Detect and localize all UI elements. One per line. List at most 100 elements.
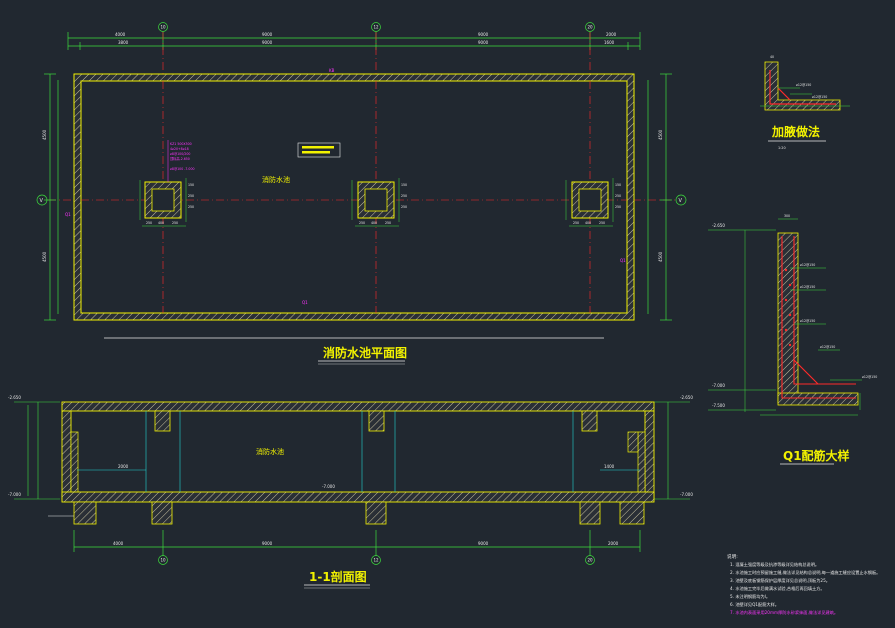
note-line-4: 4. 水池施工完毕后做满水试验,合格后再回填土方。 xyxy=(730,585,825,592)
axis-right: V xyxy=(679,198,683,204)
section-title: 1-1剖面图 xyxy=(309,569,367,584)
note-line-3: 3. 池壁及底板钢筋保护层厚度详见总说明,顶板为25。 xyxy=(730,577,830,584)
svg-text:4000: 4000 xyxy=(115,32,126,37)
section-right-level-text: -2.650 -7.000 xyxy=(680,395,693,497)
plan-pool-label: 消防水池 xyxy=(262,175,290,184)
haunch-detail: 40 ⌀12@150 ⌀12@150 加腋做法 1:20 xyxy=(760,55,850,150)
svg-text:Q1: Q1 xyxy=(302,300,308,305)
svg-text:4000: 4000 xyxy=(113,541,124,546)
svg-text:250: 250 xyxy=(385,221,391,225)
section-bottom-dimensions xyxy=(73,530,641,556)
plan-top-dimensions xyxy=(67,32,641,50)
svg-text:KB: KB xyxy=(329,68,335,73)
svg-text:9000: 9000 xyxy=(262,541,273,546)
note-line-1: 1. 混凝土强度等级及抗渗等级详见结构总说明。 xyxy=(730,561,819,568)
cad-drawing-canvas: 4000 9000 9000 2000 3800 9000 9000 1600 10 12 … xyxy=(8,22,880,616)
svg-text:1400: 1400 xyxy=(604,464,615,469)
svg-text:⌀12@150: ⌀12@150 xyxy=(820,345,835,349)
section-pool-label: 消防水池 xyxy=(256,447,284,456)
section-footings xyxy=(73,501,645,525)
section-title-block: 1-1剖面图 xyxy=(304,569,370,589)
plan-column-2 xyxy=(357,181,395,219)
elev-sec-bottom-left: -7.000 xyxy=(8,492,21,497)
elev-sec-bottom-right: -7.000 xyxy=(680,492,693,497)
section-wall-left xyxy=(61,410,72,500)
elev-sec-top-left: -2.650 xyxy=(8,395,21,400)
plan-view: 4000 9000 9000 2000 3800 9000 9000 1600 10 12 … xyxy=(36,22,687,365)
elev-sec-top-right: -2.650 xyxy=(680,395,693,400)
section-left-levels xyxy=(14,401,60,500)
svg-text:9000: 9000 xyxy=(262,40,273,45)
plan-top-dim-text: 4000 9000 9000 2000 3800 9000 9000 1600 xyxy=(115,32,617,45)
plan-column-1 xyxy=(144,181,182,219)
wall-detail: 300 ⌀12@150 ⌀12@150 ⌀12@150 ⌀12@150 ⌀12@… xyxy=(708,214,877,465)
svg-text:3800: 3800 xyxy=(118,40,129,45)
section-bottom-dim-text: 4000 9000 9000 2000 xyxy=(113,541,619,546)
note-line-6: 6. 池壁详见Q1配筋大样。 xyxy=(730,601,779,608)
svg-text:250: 250 xyxy=(615,205,621,209)
svg-text:9000: 9000 xyxy=(478,541,489,546)
svg-text:Q1: Q1 xyxy=(620,258,626,263)
section-internal-dims: 2000 1400 -7.000 xyxy=(118,464,615,489)
svg-text:9000: 9000 xyxy=(262,32,273,37)
wall-detail-title: Q1配筋大样 xyxy=(783,448,850,463)
svg-text:9000: 9000 xyxy=(478,40,489,45)
svg-text:⌀12@150: ⌀12@150 xyxy=(800,263,815,267)
section-right-levels xyxy=(650,401,690,500)
axis-top-1: 10 xyxy=(161,25,167,30)
svg-text:4500: 4500 xyxy=(42,129,47,140)
svg-text:150: 150 xyxy=(401,183,407,187)
svg-text:⌀8@100/200: ⌀8@100/200 xyxy=(170,152,190,156)
elev-detail-bottom1: -7.000 xyxy=(712,383,725,388)
plan-title: 消防水池平面图 xyxy=(323,345,407,360)
svg-text:250: 250 xyxy=(401,205,407,209)
svg-text:4500: 4500 xyxy=(658,129,663,140)
section-bottom-slab xyxy=(61,491,655,503)
svg-text:4500: 4500 xyxy=(658,251,663,262)
svg-text:250: 250 xyxy=(146,221,152,225)
svg-text:40: 40 xyxy=(770,55,774,59)
svg-text:1600: 1600 xyxy=(604,40,615,45)
svg-text:250: 250 xyxy=(401,194,407,198)
axis-left: V xyxy=(40,198,44,204)
svg-text:400: 400 xyxy=(585,221,591,225)
section-roof-slab xyxy=(61,401,655,412)
svg-text:150: 150 xyxy=(188,183,194,187)
section-left-level-text: -2.650 -7.000 xyxy=(8,395,21,497)
svg-text:⌀8@100 -7.000: ⌀8@100 -7.000 xyxy=(170,167,195,171)
note-line-5: 5. 未注明钢筋均为Ⅰ。 xyxy=(730,593,770,600)
svg-text:150: 150 xyxy=(615,183,621,187)
svg-text:400: 400 xyxy=(158,221,164,225)
svg-text:⌀12@150: ⌀12@150 xyxy=(796,83,811,87)
note-line-7: 7. 水池内表面采用20mm厚防水砂浆抹面,做法详见建筑。 xyxy=(730,609,838,616)
axis-bottom-1: 10 xyxy=(161,558,167,563)
axis-top-2: 12 xyxy=(374,25,380,30)
elev-detail-top: -2.650 xyxy=(712,223,725,228)
axis-top-3: 20 xyxy=(588,25,594,30)
svg-text:4500: 4500 xyxy=(42,251,47,262)
svg-text:400: 400 xyxy=(371,221,377,225)
general-notes: 说明: 1. 混凝土强度等级及抗渗等级详见结构总说明。 2. 水池施工时应预留施… xyxy=(727,553,880,616)
svg-text:250: 250 xyxy=(172,221,178,225)
section-wall-steps xyxy=(70,431,646,499)
elev-detail-bottom2: -7.500 xyxy=(712,403,725,408)
svg-text:2000: 2000 xyxy=(608,541,619,546)
svg-text:顶标高-2.650: 顶标高-2.650 xyxy=(170,156,190,161)
svg-text:⌀12@150: ⌀12@150 xyxy=(812,95,827,99)
svg-text:2000: 2000 xyxy=(606,32,617,37)
svg-text:300: 300 xyxy=(784,214,790,218)
svg-text:⌀12@150: ⌀12@150 xyxy=(800,319,815,323)
svg-text:2000: 2000 xyxy=(118,464,129,469)
svg-text:⌀12@150: ⌀12@150 xyxy=(800,285,815,289)
svg-text:⌀12@150: ⌀12@150 xyxy=(862,375,877,379)
svg-text:9000: 9000 xyxy=(478,32,489,37)
axis-bottom-2: 12 xyxy=(374,558,380,563)
section-axis-bubbles: 10 12 20 xyxy=(158,555,595,565)
elev-sec-mid: -7.000 xyxy=(322,484,335,489)
svg-text:KZ1 500X500: KZ1 500X500 xyxy=(170,142,192,146)
note-line-2: 2. 水池施工时应预留施工缝,做法详见结构总说明,每一道施工缝应设置止水钢板。 xyxy=(730,569,880,576)
axis-bottom-3: 20 xyxy=(588,558,594,563)
haunch-title: 加腋做法 xyxy=(771,124,820,139)
svg-text:250: 250 xyxy=(188,205,194,209)
svg-text:250: 250 xyxy=(599,221,605,225)
